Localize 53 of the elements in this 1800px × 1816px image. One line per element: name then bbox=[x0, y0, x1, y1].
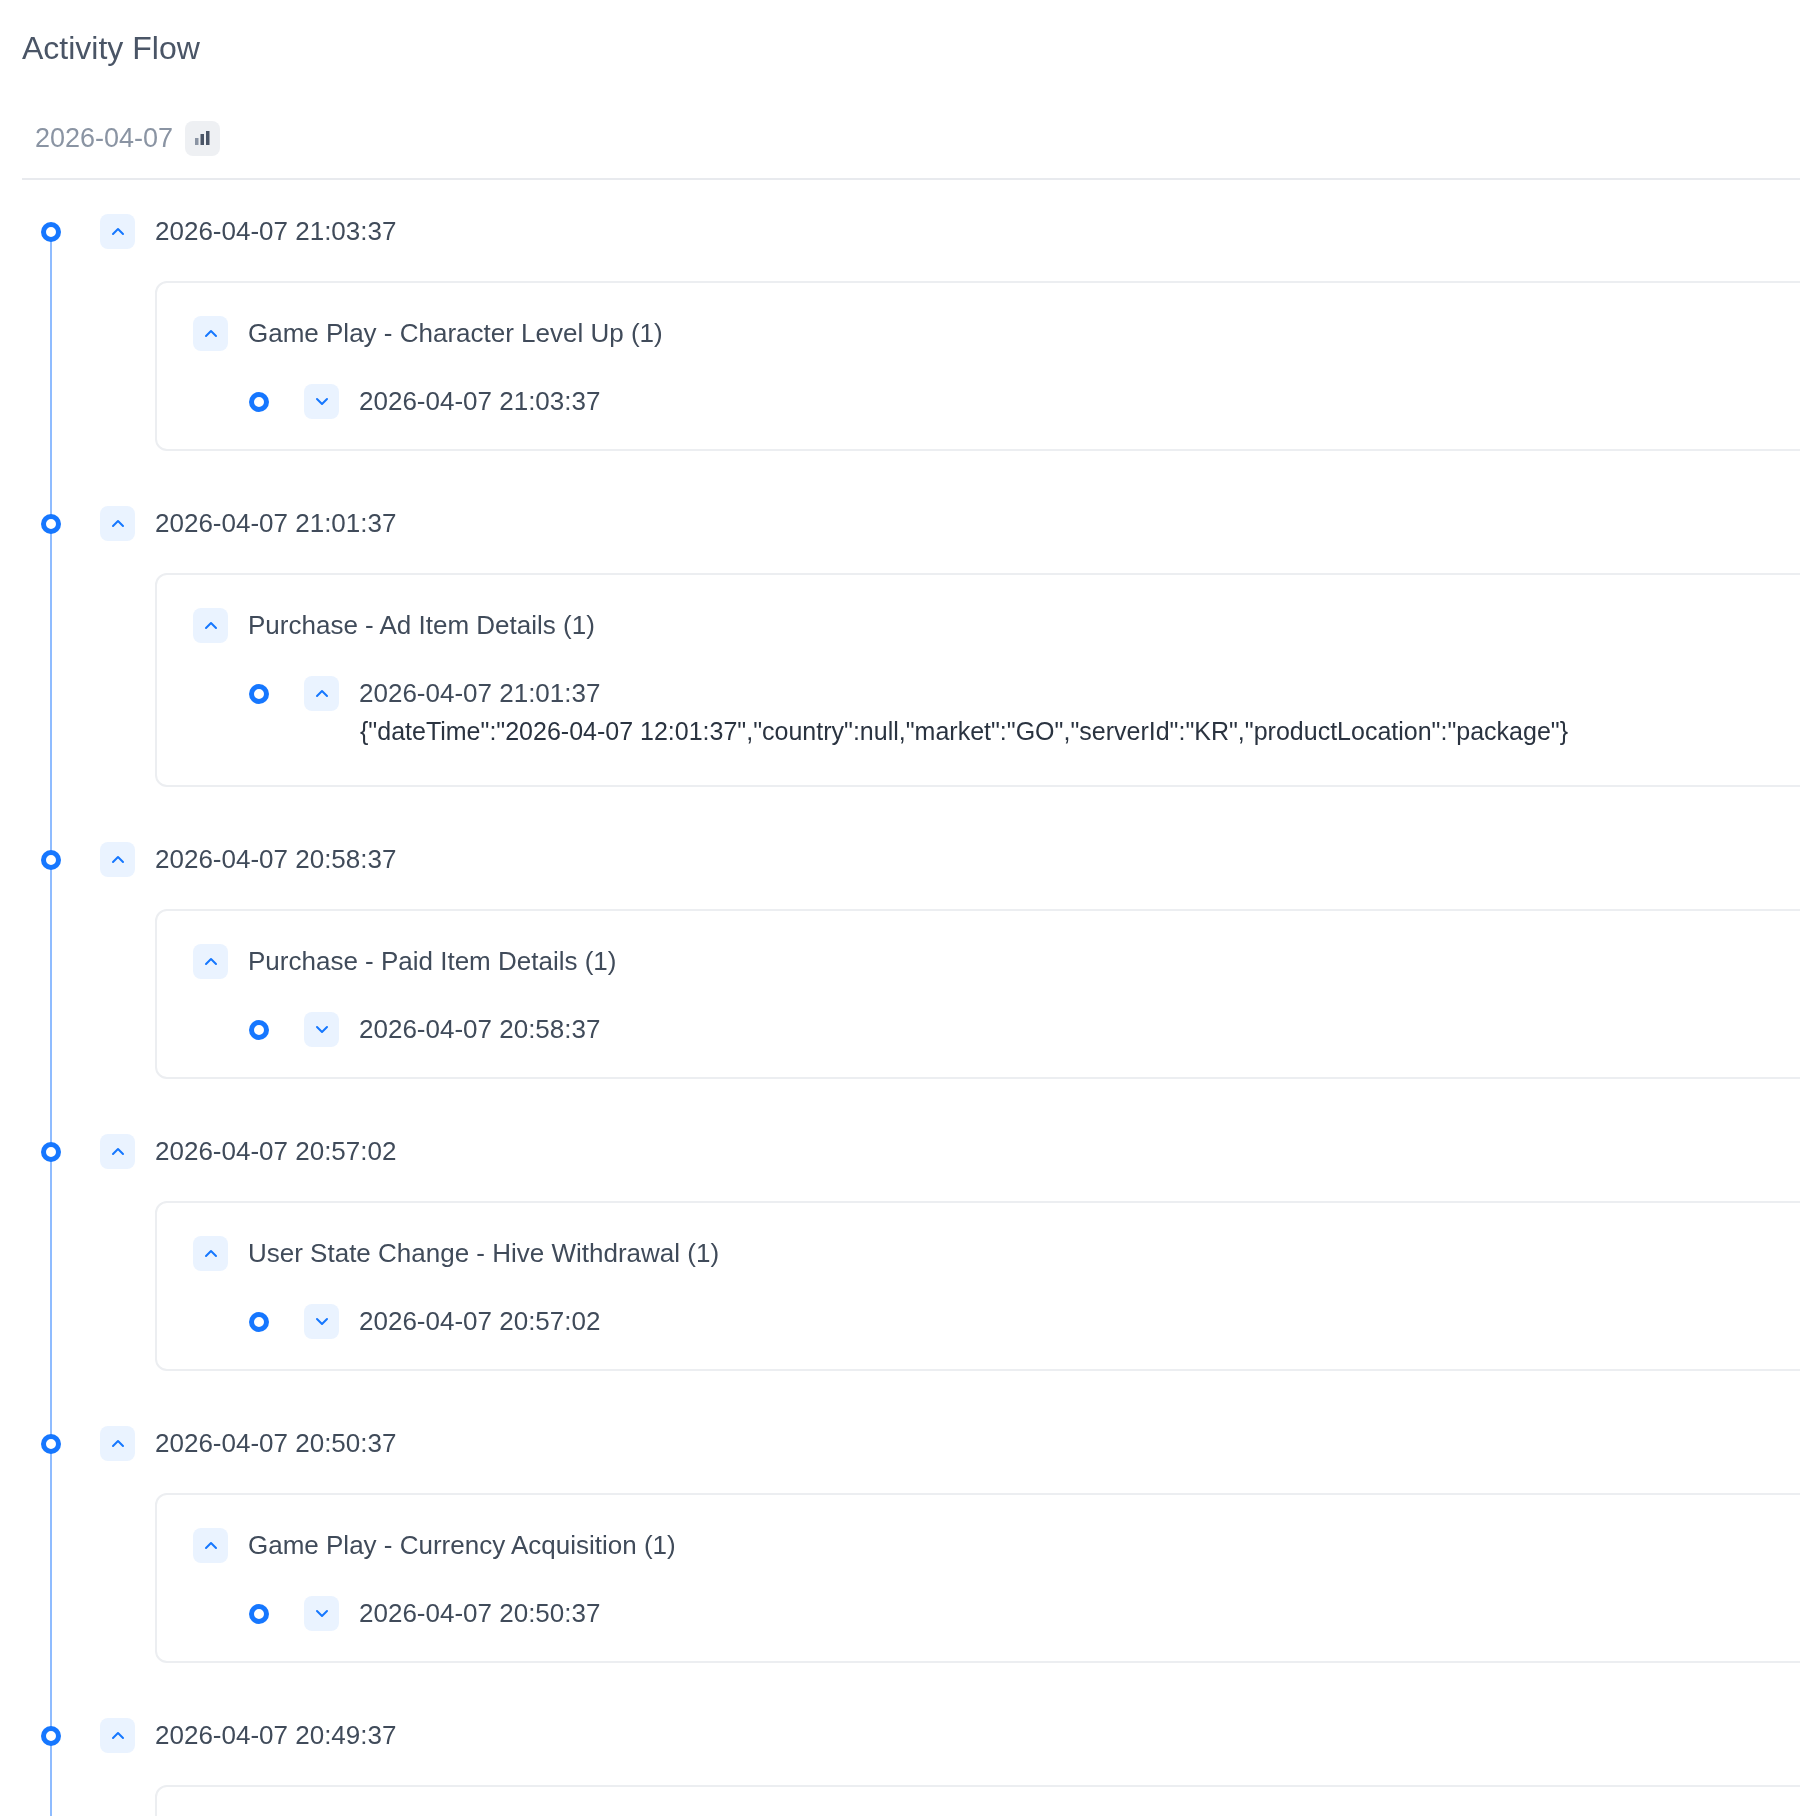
entry-time: 2026-04-07 21:03:37 bbox=[359, 385, 601, 418]
chevron-up-icon bbox=[314, 689, 329, 698]
group-time: 2026-04-07 21:03:37 bbox=[155, 215, 397, 248]
chevron-up-icon bbox=[203, 329, 218, 338]
event-name: Purchase - Paid Item Details (1) bbox=[248, 945, 617, 978]
entry-detail: {"dateTime":"2026-04-07 12:01:37","country":null,"market":"GO","serverId":"KR","productLocation":"package"} bbox=[359, 716, 1570, 747]
group-time: 2026-04-07 20:49:37 bbox=[155, 1719, 397, 1752]
chevron-down-icon bbox=[314, 397, 329, 406]
collapse-toggle[interactable] bbox=[304, 1304, 339, 1339]
event-name: Purchase - Ad Item Details (1) bbox=[248, 609, 595, 642]
chevron-down-icon bbox=[314, 1609, 329, 1618]
group-time: 2026-04-07 21:01:37 bbox=[155, 507, 397, 540]
collapse-toggle[interactable] bbox=[304, 676, 339, 711]
collapse-toggle[interactable] bbox=[304, 1012, 339, 1047]
collapse-toggle[interactable] bbox=[193, 944, 228, 979]
collapse-toggle[interactable] bbox=[100, 842, 135, 877]
page-title: Activity Flow bbox=[22, 29, 201, 68]
collapse-toggle[interactable] bbox=[193, 1236, 228, 1271]
group-time: 2026-04-07 20:58:37 bbox=[155, 843, 397, 876]
chevron-up-icon bbox=[110, 519, 125, 528]
collapse-toggle[interactable] bbox=[304, 384, 339, 419]
collapse-toggle[interactable] bbox=[193, 1528, 228, 1563]
collapse-toggle[interactable] bbox=[100, 1134, 135, 1169]
group-time: 2026-04-07 20:50:37 bbox=[155, 1427, 397, 1460]
collapse-toggle[interactable] bbox=[100, 214, 135, 249]
chevron-up-icon bbox=[110, 855, 125, 864]
event-name: Game Play - Currency Acquisition (1) bbox=[248, 1529, 676, 1562]
chevron-up-icon bbox=[203, 1541, 218, 1550]
chevron-up-icon bbox=[203, 957, 218, 966]
event-name: User State Change - Hive Withdrawal (1) bbox=[248, 1237, 720, 1270]
chevron-up-icon bbox=[203, 621, 218, 630]
chevron-down-icon bbox=[314, 1025, 329, 1034]
chevron-up-icon bbox=[110, 227, 125, 236]
collapse-toggle[interactable] bbox=[100, 1426, 135, 1461]
collapse-toggle[interactable] bbox=[193, 608, 228, 643]
entry-time: 2026-04-07 20:58:37 bbox=[359, 1013, 601, 1046]
chevron-down-icon bbox=[314, 1317, 329, 1326]
collapse-toggle[interactable] bbox=[100, 1718, 135, 1753]
event-name: Game Play - Character Level Up (1) bbox=[248, 317, 663, 350]
chevron-up-icon bbox=[203, 1249, 218, 1258]
collapse-toggle[interactable] bbox=[100, 506, 135, 541]
date-label: 2026-04-07 bbox=[35, 121, 174, 155]
chevron-up-icon bbox=[110, 1147, 125, 1156]
bar-chart-icon bbox=[195, 131, 211, 145]
collapse-toggle[interactable] bbox=[304, 1596, 339, 1631]
entry-time: 2026-04-07 20:57:02 bbox=[359, 1305, 601, 1338]
chevron-up-icon bbox=[110, 1439, 125, 1448]
group-time: 2026-04-07 20:57:02 bbox=[155, 1135, 397, 1168]
collapse-toggle[interactable] bbox=[193, 316, 228, 351]
entry-time: 2026-04-07 20:50:37 bbox=[359, 1597, 601, 1630]
entry-time: 2026-04-07 21:01:37 bbox=[359, 677, 601, 710]
chevron-up-icon bbox=[110, 1731, 125, 1740]
chart-button[interactable] bbox=[185, 120, 221, 156]
